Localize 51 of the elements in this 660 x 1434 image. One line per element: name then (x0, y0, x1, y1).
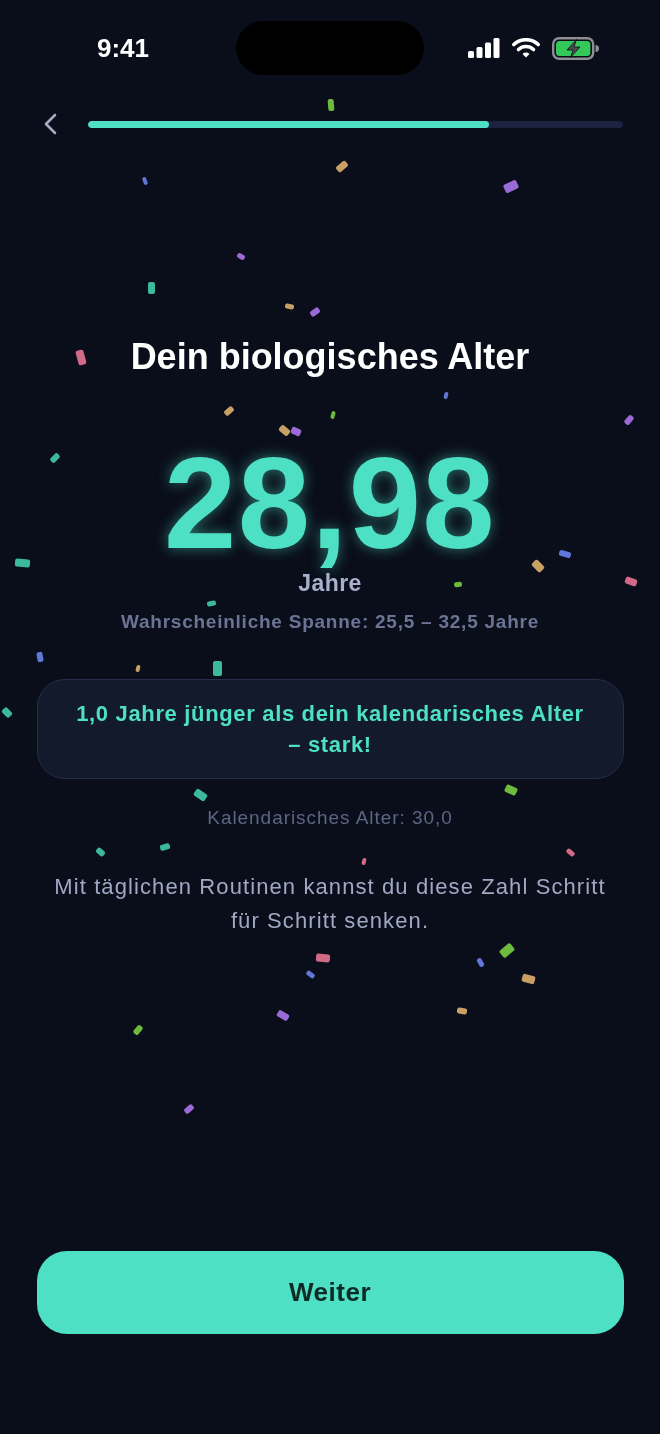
confetti-piece (49, 452, 61, 464)
confetti-piece (564, 847, 576, 857)
screen-title: Dein biologisches Alter (130, 337, 530, 377)
confetti-piece (135, 664, 141, 672)
biological-age-value: 28,98 (163, 443, 497, 573)
confetti-piece (309, 306, 321, 318)
battery-charging-icon (552, 36, 599, 60)
confetti-piece (159, 842, 171, 852)
confetti-piece (141, 176, 149, 186)
confetti-piece (223, 405, 235, 417)
hint-text: Mit täglichen Routinen kannst du diese Zahl Schritt für Schritt senken. (53, 873, 607, 935)
confetti-piece (558, 549, 572, 559)
confetti-piece (276, 1008, 290, 1022)
confetti-piece (503, 783, 519, 797)
confetti-piece (443, 391, 449, 399)
confetti-piece (94, 846, 106, 858)
confetti-piece (206, 599, 216, 607)
confetti-piece (36, 651, 44, 663)
status-time: 9:41 (97, 33, 150, 63)
confetti-piece (315, 953, 331, 963)
confetti-piece (335, 159, 349, 173)
confetti-piece (1, 706, 13, 718)
confetti-piece (183, 1103, 195, 1115)
probable-range: Wahrscheinliche Spanne: 25,5 – 32,5 Jahre (121, 610, 539, 634)
confetti-piece (284, 302, 294, 310)
wifi-icon (512, 38, 540, 58)
confetti-piece (75, 348, 87, 366)
confetti-piece (475, 956, 485, 968)
confetti-piece (236, 251, 246, 261)
confetti-piece (623, 414, 635, 426)
confetti-piece (147, 282, 155, 294)
confetti-piece (327, 98, 335, 112)
confetti-piece (304, 969, 316, 979)
confetti-piece (330, 410, 336, 420)
confetti-piece (192, 788, 208, 802)
signal-icon (468, 38, 500, 58)
age-unit: Jahre (298, 573, 362, 593)
confetti-piece (132, 1024, 144, 1036)
confetti-piece (520, 973, 536, 985)
calendar-age: Kalendarisches Alter: 30,0 (207, 806, 453, 830)
confetti-piece (624, 575, 638, 587)
confetti-piece (212, 660, 222, 676)
comparison-text: 1,0 Jahre jünger als dein kalendarisches Alter – stark! (75, 700, 585, 759)
confetti-piece (456, 1007, 468, 1015)
continue-button[interactable]: Weiter (36, 1251, 624, 1334)
chevron-left-icon (43, 113, 57, 135)
confetti-piece (361, 857, 367, 865)
confetti-piece (502, 178, 520, 194)
confetti-piece (453, 581, 463, 587)
confetti-piece (290, 425, 302, 437)
confetti-piece (14, 558, 30, 568)
